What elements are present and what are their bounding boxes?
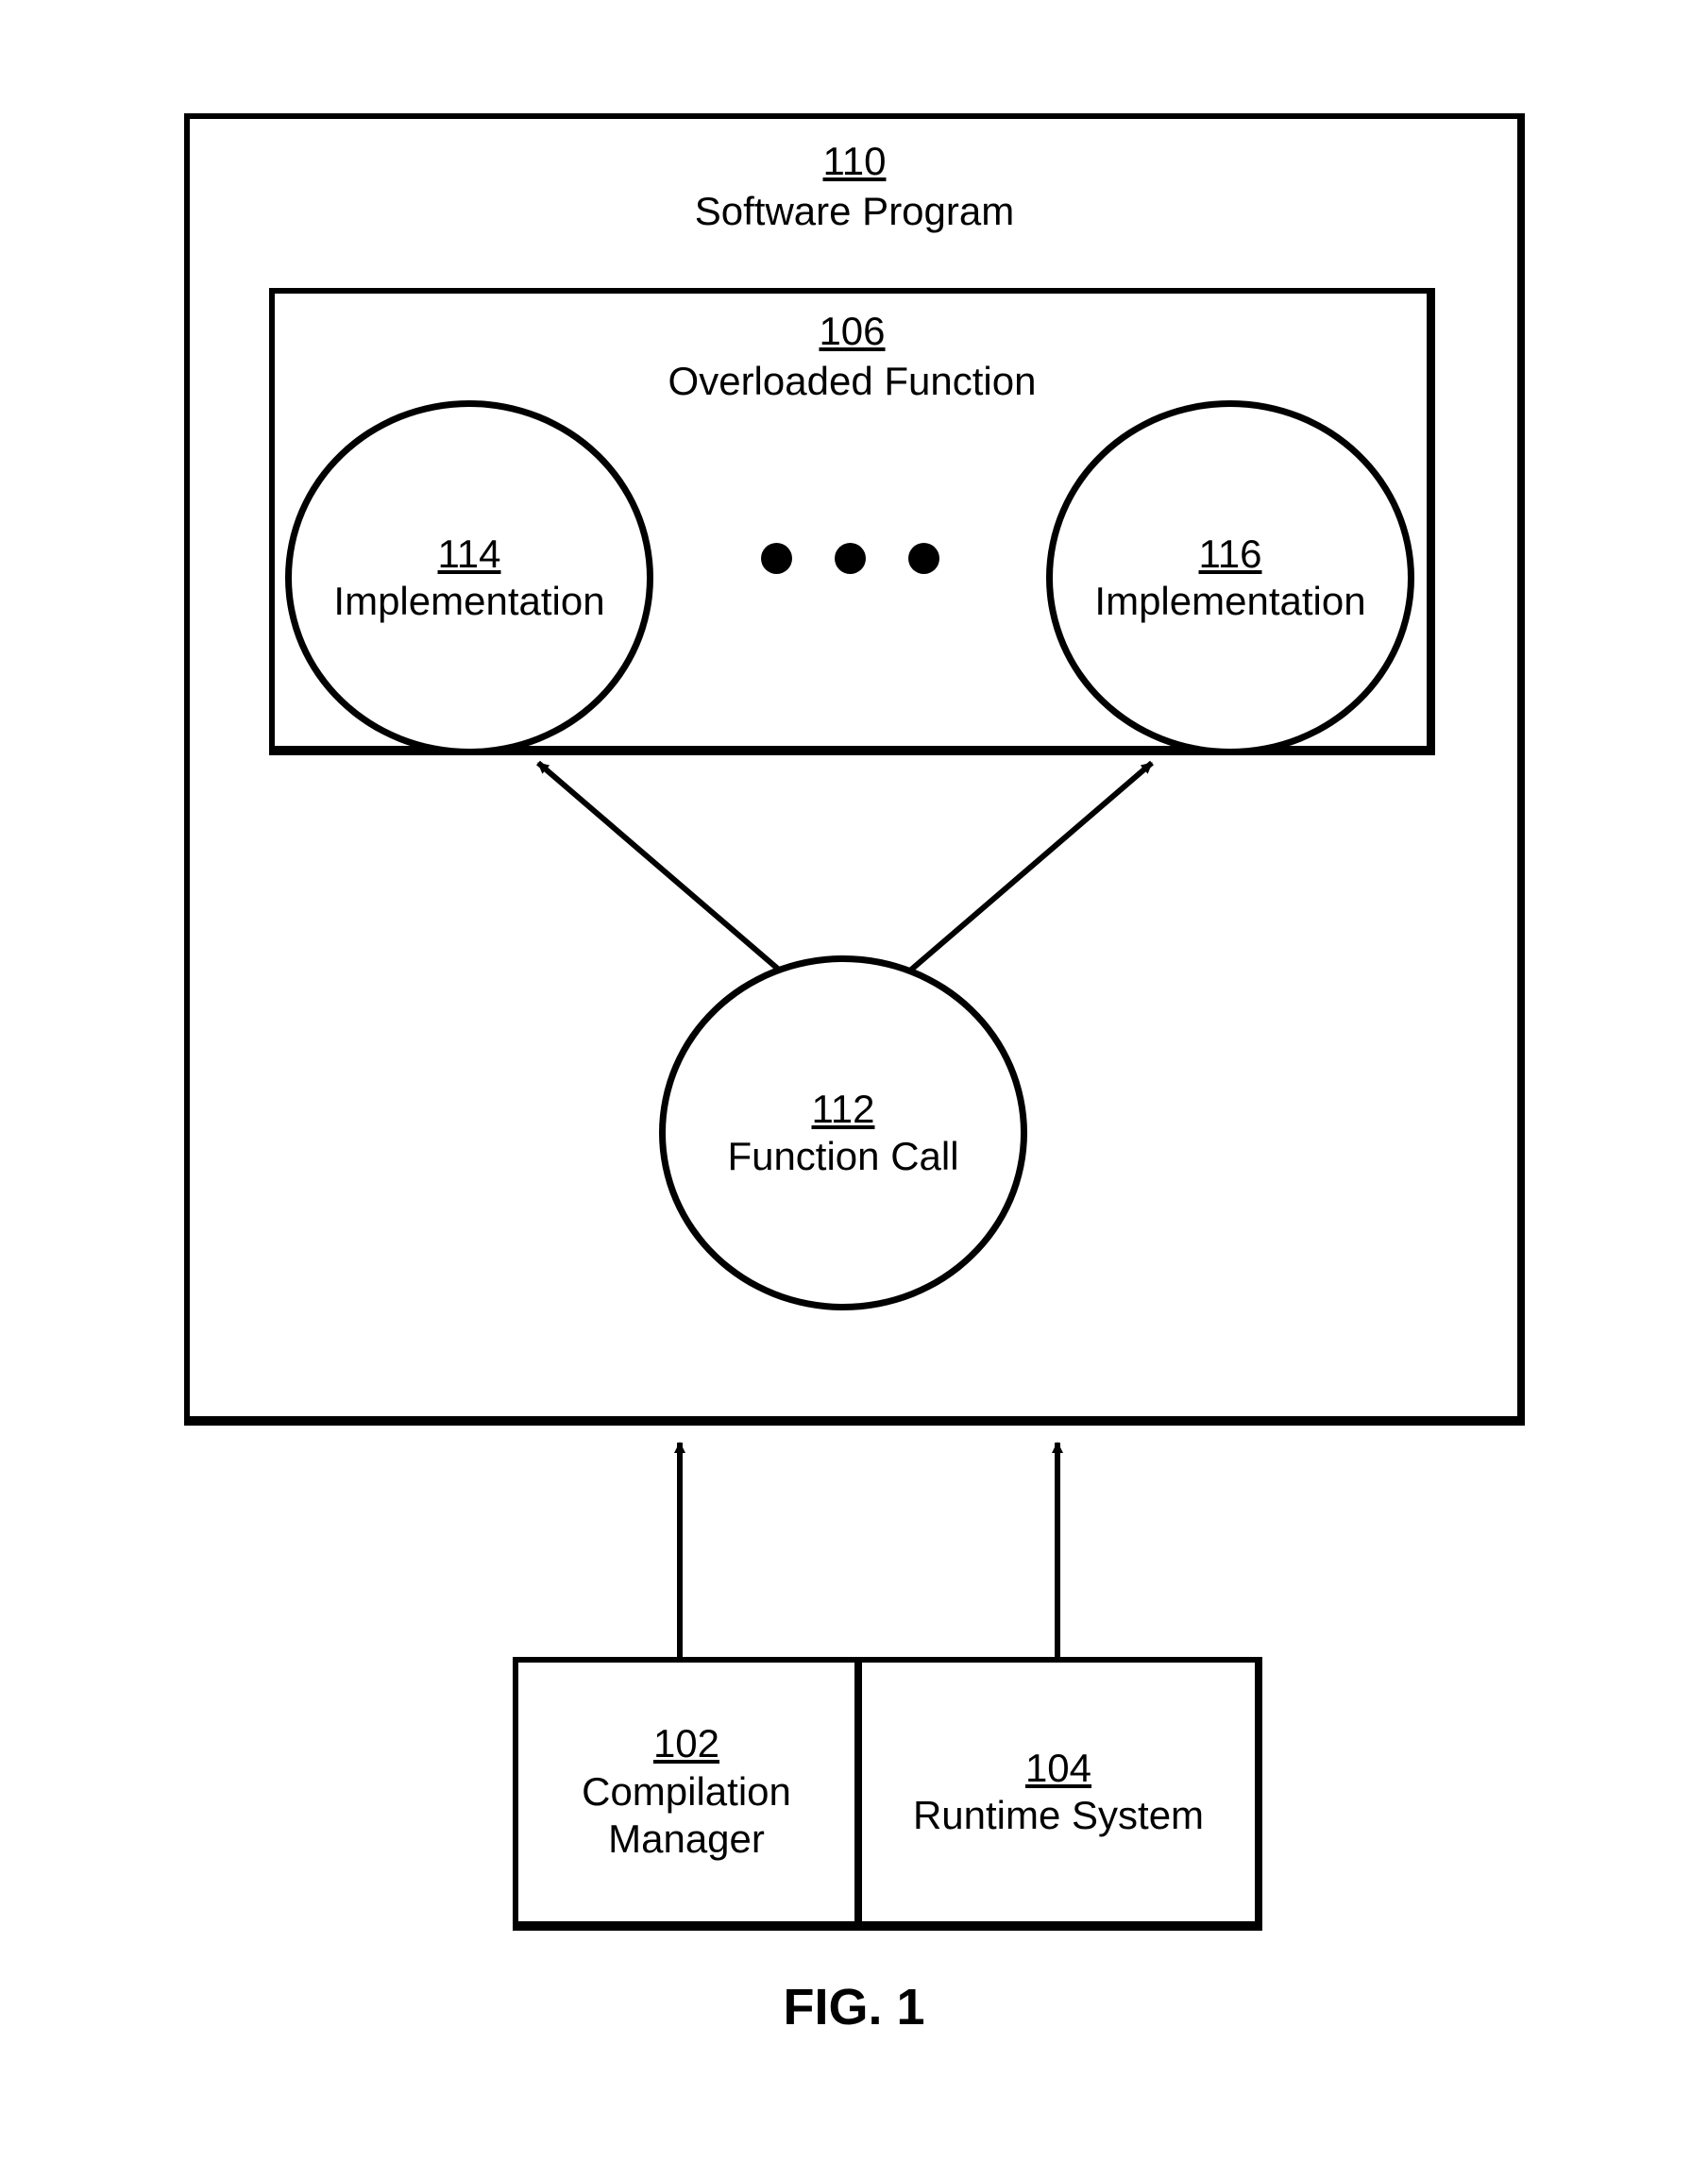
ref-num: 112 — [727, 1086, 958, 1133]
compilation-manager-box: 102 Compilation Manager — [513, 1657, 862, 1931]
ref-num: 110 — [184, 137, 1525, 187]
ellipsis-dots — [694, 543, 1006, 574]
label: Software Program — [184, 187, 1525, 237]
ref-num: 114 — [333, 531, 604, 578]
label: Function Call — [727, 1133, 958, 1180]
label: Implementation — [1094, 578, 1365, 625]
figure-caption: FIG. 1 — [0, 1978, 1708, 2036]
function-call-circle: 112 Function Call — [659, 955, 1027, 1310]
label: Implementation — [333, 578, 604, 625]
dot-icon — [908, 543, 939, 574]
label: Manager — [582, 1816, 791, 1863]
label: Runtime System — [913, 1792, 1204, 1839]
ref-num: 104 — [913, 1745, 1204, 1792]
label: Compilation — [582, 1768, 791, 1816]
dot-icon — [761, 543, 792, 574]
implementation-1-circle: 114 Implementation — [285, 400, 653, 755]
dot-icon — [835, 543, 866, 574]
ref-num: 116 — [1094, 531, 1365, 578]
ref-num: 106 — [269, 307, 1435, 357]
label: Overloaded Function — [269, 357, 1435, 407]
implementation-2-circle: 116 Implementation — [1046, 400, 1414, 755]
software-program-title: 110 Software Program — [184, 137, 1525, 236]
runtime-system-box: 104 Runtime System — [856, 1657, 1262, 1931]
overloaded-function-title: 106 Overloaded Function — [269, 307, 1435, 406]
diagram-canvas: 110 Software Program 106 Overloaded Func… — [0, 0, 1708, 2179]
ref-num: 102 — [582, 1720, 791, 1767]
